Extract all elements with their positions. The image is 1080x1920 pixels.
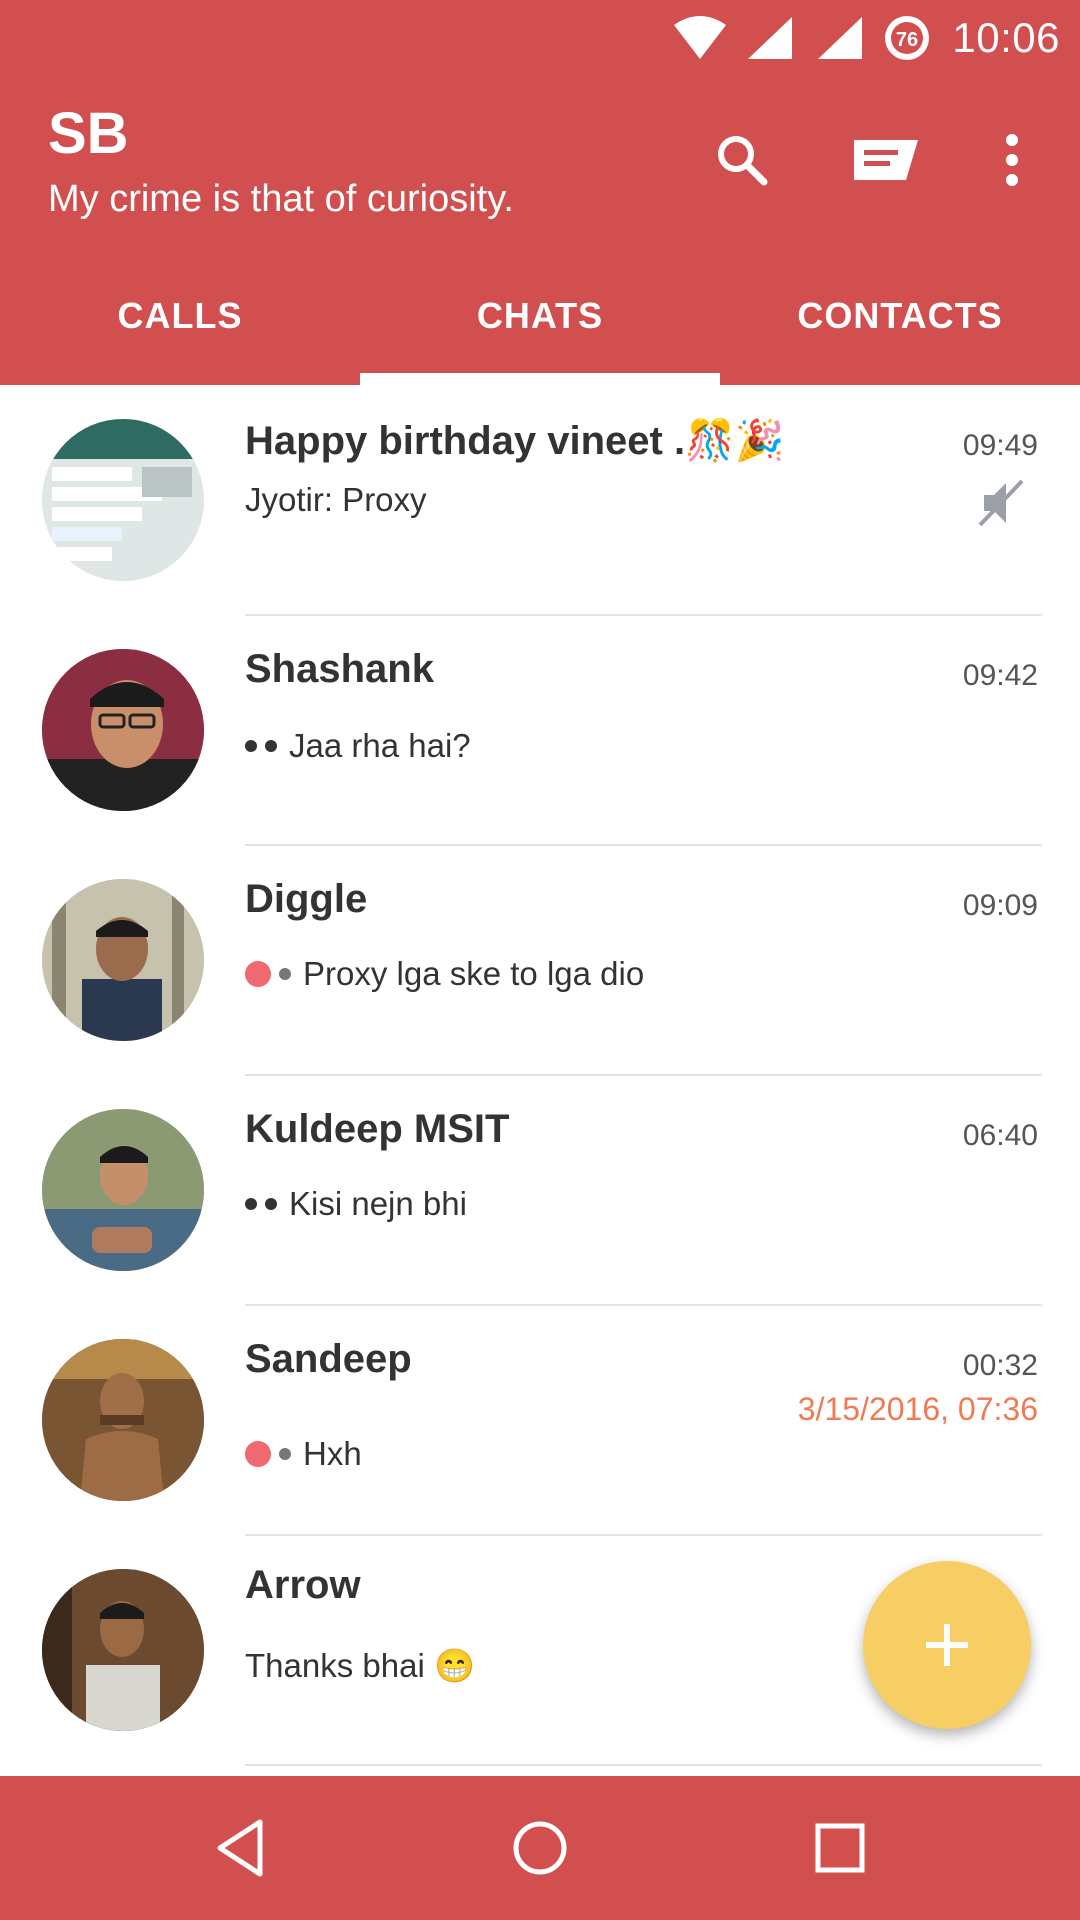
message-status-icon [245, 740, 277, 752]
chat-time: 09:42 [962, 659, 1038, 692]
app-root: 76 10:06 SB My crime is that of curiosit… [0, 0, 1080, 1920]
plus-icon [926, 1624, 968, 1666]
battery-level: 76 [896, 29, 918, 51]
tab-bar: CALLS CHATS CONTACTS [0, 270, 1080, 385]
more-vert-icon [1006, 134, 1018, 186]
app-title: SB [48, 101, 129, 166]
tab-indicator [360, 373, 720, 385]
chat-preview: Hxh [303, 1435, 362, 1472]
recents-button[interactable] [790, 1798, 890, 1898]
back-icon [217, 1819, 263, 1877]
divider [245, 1764, 1042, 1766]
chat-name: Kuldeep MSIT [245, 1107, 510, 1151]
contact-photo [42, 1109, 204, 1271]
search-icon [718, 136, 768, 186]
chat-preview-row: Hxh [245, 1435, 362, 1473]
tab-contacts[interactable]: CONTACTS [720, 270, 1080, 385]
avatar [42, 879, 204, 1041]
header: 76 10:06 SB My crime is that of curiosit… [0, 0, 1080, 385]
new-chat-fab[interactable] [863, 1561, 1031, 1729]
avatar [42, 649, 204, 811]
app-bar: SB My crime is that of curiosity. [0, 80, 1080, 240]
status-bar: 76 10:06 [0, 0, 1080, 75]
chat-name: Happy birthday vineet .🎊🎉 [245, 419, 785, 463]
battery-icon: 76 [885, 16, 930, 60]
app-subtitle: My crime is that of curiosity. [48, 178, 514, 220]
new-chat-icon [854, 140, 918, 180]
chat-preview: Proxy lga ske to lga dio [303, 955, 645, 992]
chat-preview: Jaa rha hai? [289, 727, 471, 764]
contact-photo [42, 1339, 204, 1501]
chat-name: Shashank [245, 647, 434, 691]
mute-icon [978, 479, 1024, 527]
more-options-button[interactable] [972, 120, 1052, 200]
chat-time: 09:09 [962, 889, 1038, 922]
chat-row[interactable]: Happy birthday vineet .🎊🎉 09:49 Jyotir: … [0, 385, 1080, 615]
chat-preview: Jyotir: Proxy [245, 481, 427, 518]
signal-icon [748, 17, 793, 59]
avatar [42, 1569, 204, 1731]
message-status-icon [245, 1198, 277, 1210]
avatar [42, 1109, 204, 1271]
chat-preview-row: Kisi nejn bhi [245, 1185, 467, 1223]
home-icon [513, 1821, 567, 1875]
chat-preview: Thanks bhai 😁 [245, 1647, 476, 1684]
chat-row[interactable]: Diggle 09:09 Proxy lga ske to lga dio [0, 845, 1080, 1075]
message-status-icon [245, 1441, 291, 1467]
message-status-icon [245, 961, 291, 987]
chat-time: 06:40 [962, 1119, 1038, 1152]
chat-name: Diggle [245, 877, 368, 921]
signal-icon [818, 17, 863, 59]
avatar [42, 1339, 204, 1501]
wifi-icon [674, 16, 727, 59]
chat-name: Sandeep [245, 1337, 412, 1381]
chat-time: 09:49 [962, 429, 1038, 462]
search-button[interactable] [702, 120, 782, 200]
back-button[interactable] [190, 1798, 290, 1898]
chat-row[interactable]: Kuldeep MSIT 06:40 Kisi nejn bhi [0, 1075, 1080, 1305]
new-chat-button[interactable] [846, 120, 926, 200]
tab-chats[interactable]: CHATS [360, 270, 720, 385]
status-icons: 76 10:06 [670, 8, 1060, 68]
home-button[interactable] [490, 1798, 590, 1898]
chat-time: 00:32 [962, 1349, 1038, 1382]
chat-row[interactable]: Shashank 09:42 Jaa rha hai? [0, 615, 1080, 845]
chat-row[interactable]: Sandeep 00:32 3/15/2016, 07:36 Hxh [0, 1305, 1080, 1535]
last-seen-date: 3/15/2016, 07:36 [797, 1391, 1038, 1427]
recents-icon [815, 1823, 865, 1873]
contact-photo [42, 1569, 204, 1731]
group-avatar-image [42, 419, 204, 581]
chat-preview-row: Jaa rha hai? [245, 727, 471, 765]
chat-name: Arrow [245, 1563, 361, 1607]
contact-photo [42, 649, 204, 811]
chat-preview: Kisi nejn bhi [289, 1185, 467, 1222]
tab-calls[interactable]: CALLS [0, 270, 360, 385]
avatar [42, 419, 204, 581]
contact-photo [42, 879, 204, 1041]
chat-preview-row: Proxy lga ske to lga dio [245, 955, 644, 993]
navigation-bar [0, 1776, 1080, 1920]
status-time: 10:06 [952, 14, 1060, 61]
